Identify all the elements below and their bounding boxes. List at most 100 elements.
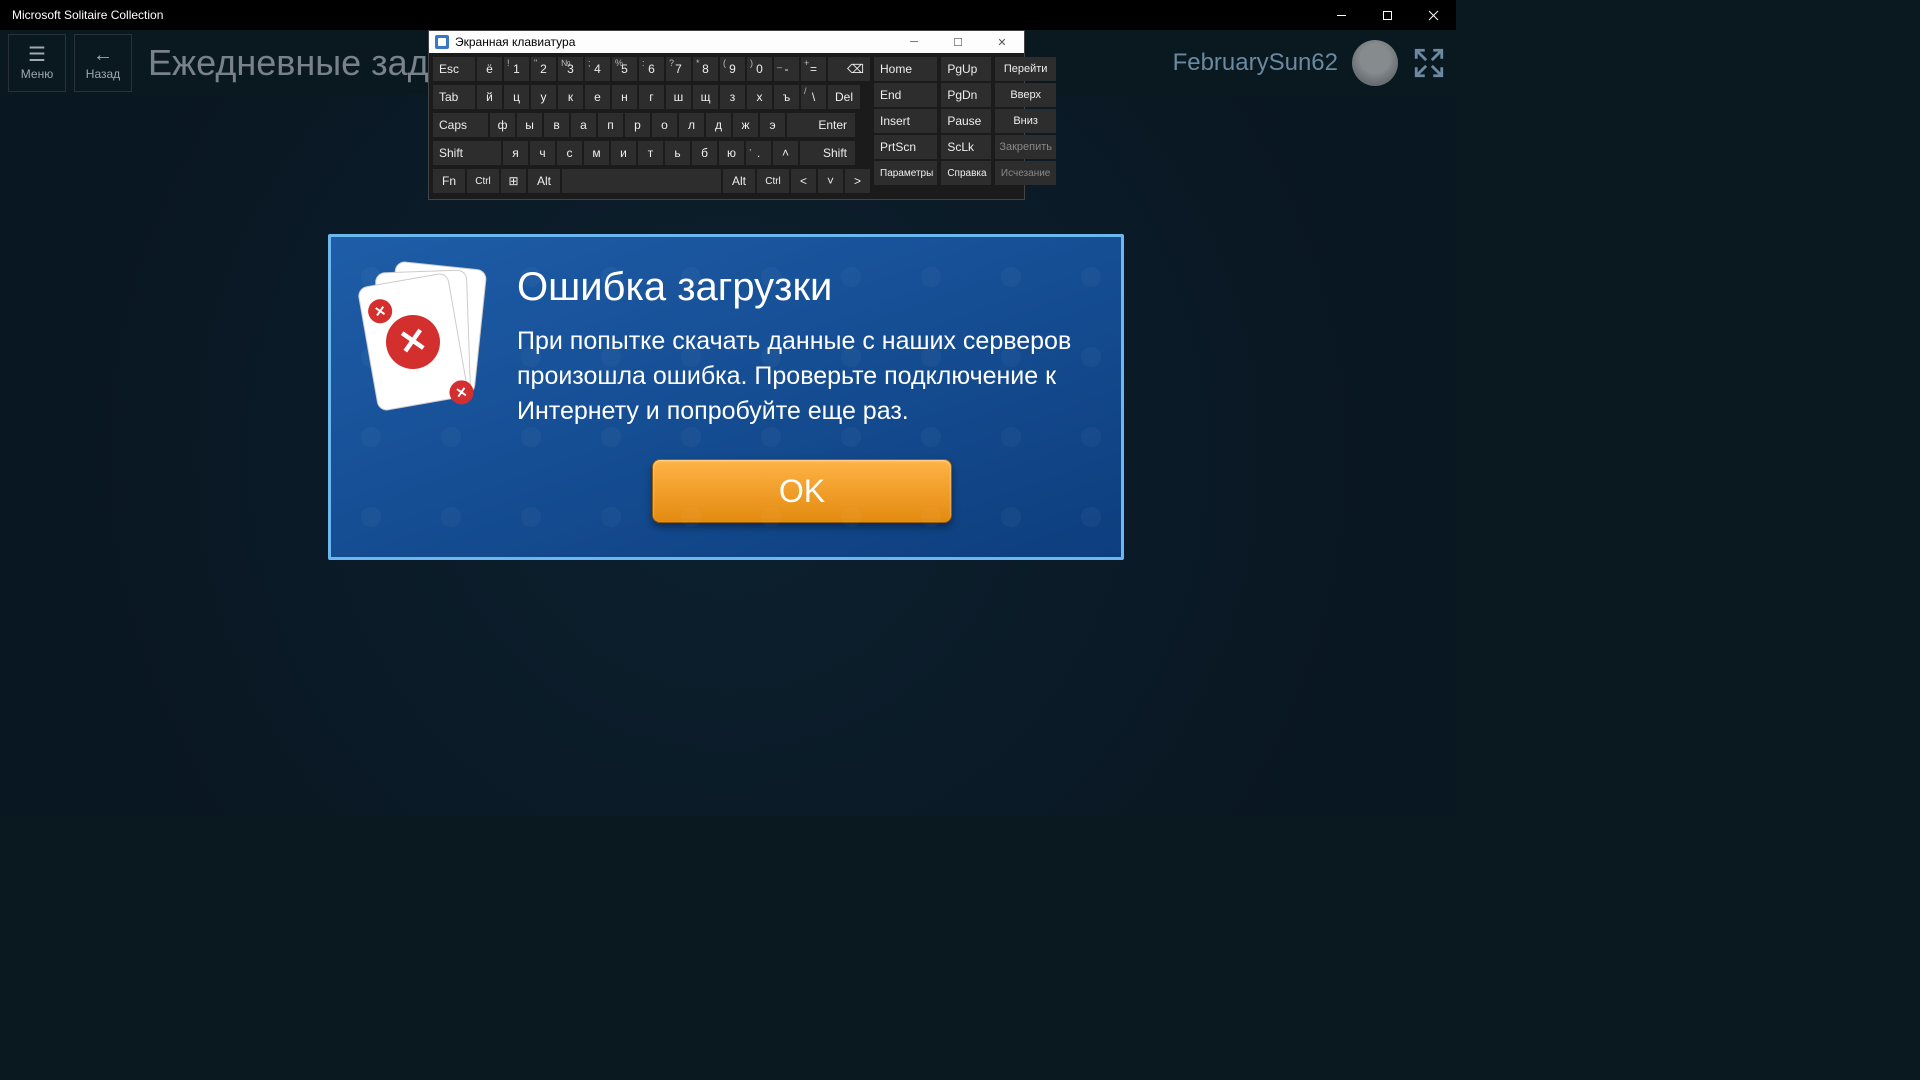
maximize-button[interactable] bbox=[1364, 0, 1410, 30]
osk-row-3: Caps ф ы в а п р о л д ж э Enter bbox=[433, 113, 870, 137]
key-f[interactable]: а bbox=[571, 113, 596, 137]
key-shift-right[interactable]: Shift bbox=[800, 141, 855, 165]
key-nav[interactable]: Перейти bbox=[995, 57, 1056, 81]
key-8[interactable]: *8 bbox=[693, 57, 718, 81]
key-pause[interactable]: Pause bbox=[941, 109, 991, 133]
osk-minimize-button[interactable]: ─ bbox=[892, 36, 936, 48]
key-o[interactable]: щ bbox=[693, 85, 718, 109]
key-0[interactable]: )0 bbox=[747, 57, 772, 81]
key-k[interactable]: л bbox=[679, 113, 704, 137]
key-space[interactable] bbox=[562, 169, 721, 193]
key-bracket-l[interactable]: х bbox=[747, 85, 772, 109]
key-a[interactable]: ф bbox=[490, 113, 515, 137]
key-sclk[interactable]: ScLk bbox=[941, 135, 991, 159]
key-arrow-right[interactable]: ˃ bbox=[845, 169, 870, 193]
key-win[interactable]: ⊞ bbox=[501, 169, 526, 193]
key-backslash[interactable]: /\ bbox=[801, 85, 826, 109]
key-y[interactable]: н bbox=[612, 85, 637, 109]
key-5[interactable]: %5 bbox=[612, 57, 637, 81]
key-x[interactable]: ч bbox=[530, 141, 555, 165]
key-i[interactable]: ш bbox=[666, 85, 691, 109]
key-fn[interactable]: Fn bbox=[433, 169, 465, 193]
key-arrow-down[interactable]: ˅ bbox=[818, 169, 843, 193]
key-prtscn[interactable]: PrtScn bbox=[874, 135, 937, 159]
key-q[interactable]: й bbox=[477, 85, 502, 109]
key-v[interactable]: м bbox=[584, 141, 609, 165]
menu-button[interactable]: ☰ Меню bbox=[8, 34, 66, 92]
avatar[interactable] bbox=[1352, 40, 1398, 86]
key-down[interactable]: Вниз bbox=[995, 109, 1056, 133]
key-7[interactable]: ?7 bbox=[666, 57, 691, 81]
back-button[interactable]: ← Назад bbox=[74, 34, 132, 92]
key-s[interactable]: ы bbox=[517, 113, 542, 137]
key-bracket-r[interactable]: ъ bbox=[774, 85, 799, 109]
key-del[interactable]: Del bbox=[828, 85, 860, 109]
fullscreen-icon[interactable] bbox=[1412, 46, 1446, 80]
key-z[interactable]: я bbox=[503, 141, 528, 165]
key-insert[interactable]: Insert bbox=[874, 109, 937, 133]
key-arrow-up[interactable]: ˄ bbox=[773, 141, 798, 165]
hamburger-icon: ☰ bbox=[28, 45, 46, 65]
key-period-ru[interactable]: ю bbox=[719, 141, 744, 165]
osk-row-4: Shift я ч с м и т ь б ю ,. ˄ Shift bbox=[433, 141, 870, 165]
osk-body: Esc ё !1 "2 №3 ;4 %5 :6 ?7 *8 (9 )0 _- +… bbox=[429, 53, 1024, 199]
close-button[interactable] bbox=[1410, 0, 1456, 30]
minimize-button[interactable] bbox=[1318, 0, 1364, 30]
key-minus[interactable]: _- bbox=[774, 57, 799, 81]
key-semicolon[interactable]: ж bbox=[733, 113, 758, 137]
key-alt-left[interactable]: Alt bbox=[528, 169, 560, 193]
key-yo[interactable]: ё bbox=[477, 57, 502, 81]
key-j[interactable]: о bbox=[652, 113, 677, 137]
osk-titlebar[interactable]: Экранная клавиатура ─ ☐ ✕ bbox=[429, 31, 1024, 53]
ok-button[interactable]: OK bbox=[652, 459, 952, 523]
key-1[interactable]: !1 bbox=[504, 57, 529, 81]
key-end[interactable]: End bbox=[874, 83, 937, 107]
key-pgup[interactable]: PgUp bbox=[941, 57, 991, 81]
key-tab[interactable]: Tab bbox=[433, 85, 475, 109]
key-2[interactable]: "2 bbox=[531, 57, 556, 81]
key-b[interactable]: и bbox=[611, 141, 636, 165]
key-h[interactable]: р bbox=[625, 113, 650, 137]
key-options[interactable]: Параметры bbox=[874, 161, 937, 185]
key-arrow-left[interactable]: ˂ bbox=[791, 169, 816, 193]
key-dock[interactable]: Закрепить bbox=[995, 135, 1056, 159]
key-ctrl-left[interactable]: Ctrl bbox=[467, 169, 499, 193]
key-e[interactable]: у bbox=[531, 85, 556, 109]
key-r[interactable]: к bbox=[558, 85, 583, 109]
key-enter[interactable]: Enter bbox=[787, 113, 855, 137]
user-area: FebruarySun62 bbox=[1173, 30, 1446, 95]
key-9[interactable]: (9 bbox=[720, 57, 745, 81]
key-up[interactable]: Вверх bbox=[995, 83, 1056, 107]
key-d[interactable]: в bbox=[544, 113, 569, 137]
osk-maximize-button[interactable]: ☐ bbox=[936, 36, 980, 49]
key-backspace[interactable]: ⌫ bbox=[828, 57, 870, 81]
key-comma[interactable]: б bbox=[692, 141, 717, 165]
key-u[interactable]: г bbox=[639, 85, 664, 109]
key-ctrl-right[interactable]: Ctrl bbox=[757, 169, 789, 193]
key-4[interactable]: ;4 bbox=[585, 57, 610, 81]
key-t[interactable]: е bbox=[585, 85, 610, 109]
key-p[interactable]: з bbox=[720, 85, 745, 109]
osk-close-button[interactable]: ✕ bbox=[980, 36, 1024, 49]
key-period[interactable]: ,. bbox=[746, 141, 771, 165]
key-quote[interactable]: э bbox=[760, 113, 785, 137]
key-l[interactable]: д bbox=[706, 113, 731, 137]
key-caps[interactable]: Caps bbox=[433, 113, 488, 137]
username[interactable]: FebruarySun62 bbox=[1173, 49, 1338, 77]
key-pgdn[interactable]: PgDn bbox=[941, 83, 991, 107]
key-w[interactable]: ц bbox=[504, 85, 529, 109]
key-n[interactable]: т bbox=[638, 141, 663, 165]
key-6[interactable]: :6 bbox=[639, 57, 664, 81]
key-esc[interactable]: Esc bbox=[433, 57, 475, 81]
key-home[interactable]: Home bbox=[874, 57, 937, 81]
key-c[interactable]: с bbox=[557, 141, 582, 165]
key-g[interactable]: п bbox=[598, 113, 623, 137]
key-alt-right[interactable]: Alt bbox=[723, 169, 755, 193]
key-help[interactable]: Справка bbox=[941, 161, 991, 185]
osk-nav-col-2: PgUp PgDn Pause ScLk Справка bbox=[941, 57, 991, 195]
key-shift-left[interactable]: Shift bbox=[433, 141, 501, 165]
key-3[interactable]: №3 bbox=[558, 57, 583, 81]
key-fade[interactable]: Исчезание bbox=[995, 161, 1056, 185]
key-m[interactable]: ь bbox=[665, 141, 690, 165]
key-equals[interactable]: += bbox=[801, 57, 826, 81]
